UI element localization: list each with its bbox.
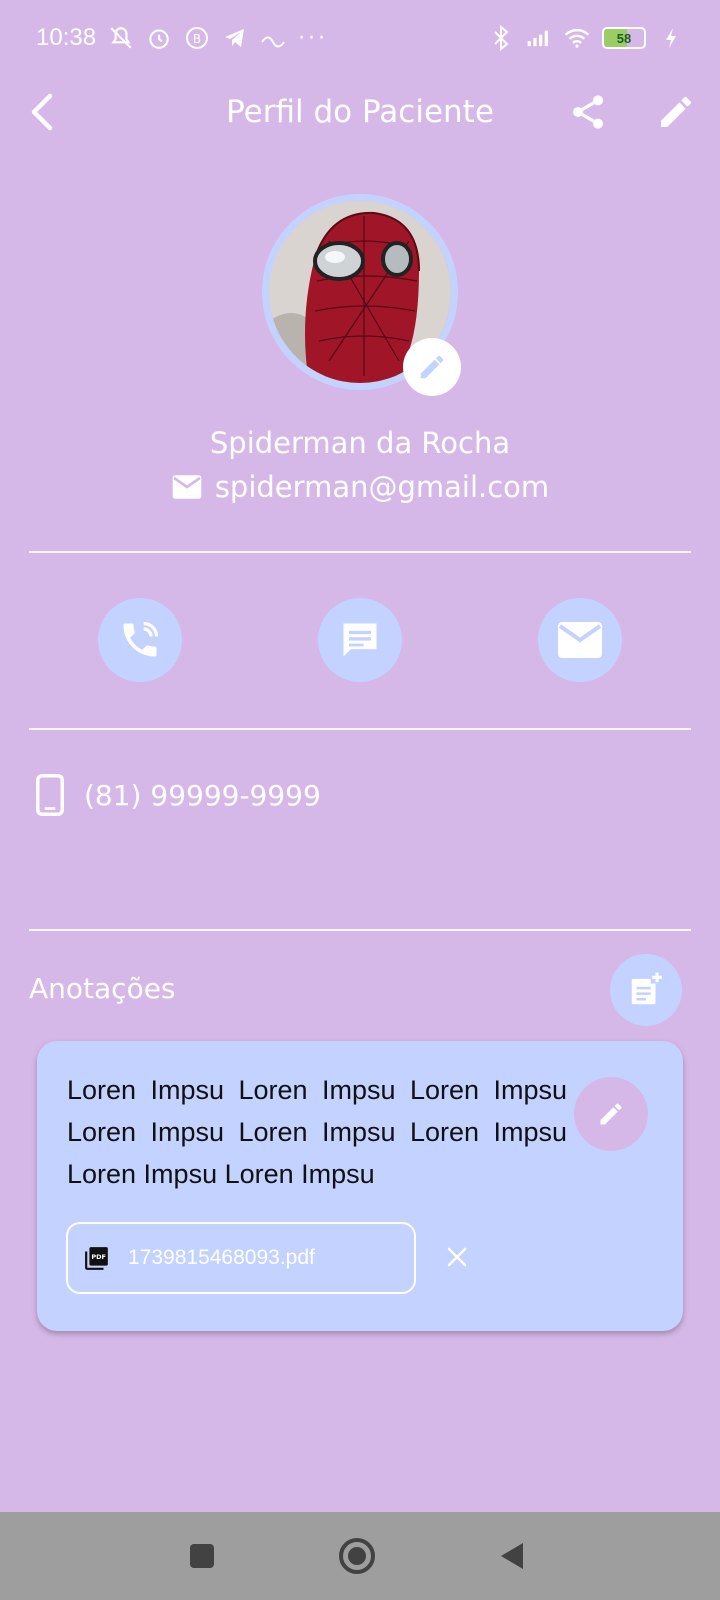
edit-note-button[interactable] [574, 1077, 648, 1151]
patient-name: Spiderman da Rocha [209, 426, 511, 460]
battery-percent: 58 [616, 30, 632, 46]
status-right: 58 [488, 25, 684, 51]
chat-icon [343, 623, 377, 657]
wifi-icon [564, 25, 590, 51]
add-note-button[interactable] [610, 954, 682, 1026]
system-nav-bar [0, 1512, 720, 1600]
signal-icon [526, 25, 552, 51]
divider [29, 728, 691, 730]
charging-icon [658, 25, 684, 51]
remove-attachment-button[interactable] [439, 1239, 475, 1275]
battery-icon: 58 [602, 27, 646, 49]
phone-call-icon [123, 621, 159, 657]
telegram-icon [222, 25, 248, 51]
bluetooth-icon [488, 25, 514, 51]
patient-phone: (81) 99999-9999 [84, 778, 321, 812]
back-nav-button[interactable] [490, 1534, 534, 1578]
page-title: Perfil do Paciente [226, 94, 494, 130]
note-text: Loren Impsu Loren Impsu Loren Impsu Lore… [67, 1075, 567, 1189]
pencil-icon [420, 355, 444, 379]
patient-email: spiderman@gmail.com [214, 470, 550, 504]
svg-text:PDF: PDF [91, 1253, 106, 1261]
mail-icon [172, 475, 202, 499]
more-notifications: ··· [298, 25, 329, 51]
recents-button[interactable] [180, 1534, 224, 1578]
share-icon [573, 95, 603, 129]
alarm-icon [146, 25, 172, 51]
app-icon [260, 25, 286, 51]
home-button[interactable] [335, 1534, 379, 1578]
pencil-icon [661, 96, 692, 127]
smartphone-icon [36, 774, 64, 816]
notes-title: Anotações [29, 972, 176, 1005]
circle-icon [339, 1538, 375, 1574]
message-button[interactable] [318, 598, 402, 682]
email-button[interactable] [538, 598, 622, 682]
triangle-back-icon [501, 1543, 523, 1569]
email-row: spiderman@gmail.com [0, 470, 720, 504]
app-bar: Perfil do Paciente [0, 80, 720, 144]
change-photo-button[interactable] [403, 338, 461, 396]
status-time: 10:38 [36, 24, 97, 51]
attachment-chip[interactable]: PDF 1739815468093.pdf [66, 1222, 416, 1294]
phone-row[interactable]: (81) 99999-9999 [36, 774, 321, 816]
note-card[interactable]: Loren Impsu Loren Impsu Loren Impsu Lore… [37, 1041, 683, 1331]
note-add-icon [631, 972, 662, 1005]
svg-text:B: B [193, 32, 201, 46]
edit-profile-button[interactable] [656, 92, 696, 132]
pencil-icon [600, 1103, 622, 1125]
close-icon [447, 1247, 467, 1267]
square-icon [190, 1544, 214, 1568]
status-left: 10:38 B ··· [36, 24, 328, 52]
call-button[interactable] [98, 598, 182, 682]
status-bar: 10:38 B ··· 58 [0, 0, 720, 76]
divider [29, 929, 691, 931]
attachment-name: 1739815468093.pdf [128, 1246, 315, 1269]
mute-icon [108, 25, 134, 51]
pdf-icon: PDF [85, 1247, 108, 1270]
b-app-icon: B [184, 25, 210, 51]
share-button[interactable] [568, 92, 608, 132]
mail-icon [558, 622, 602, 658]
divider [29, 551, 691, 553]
